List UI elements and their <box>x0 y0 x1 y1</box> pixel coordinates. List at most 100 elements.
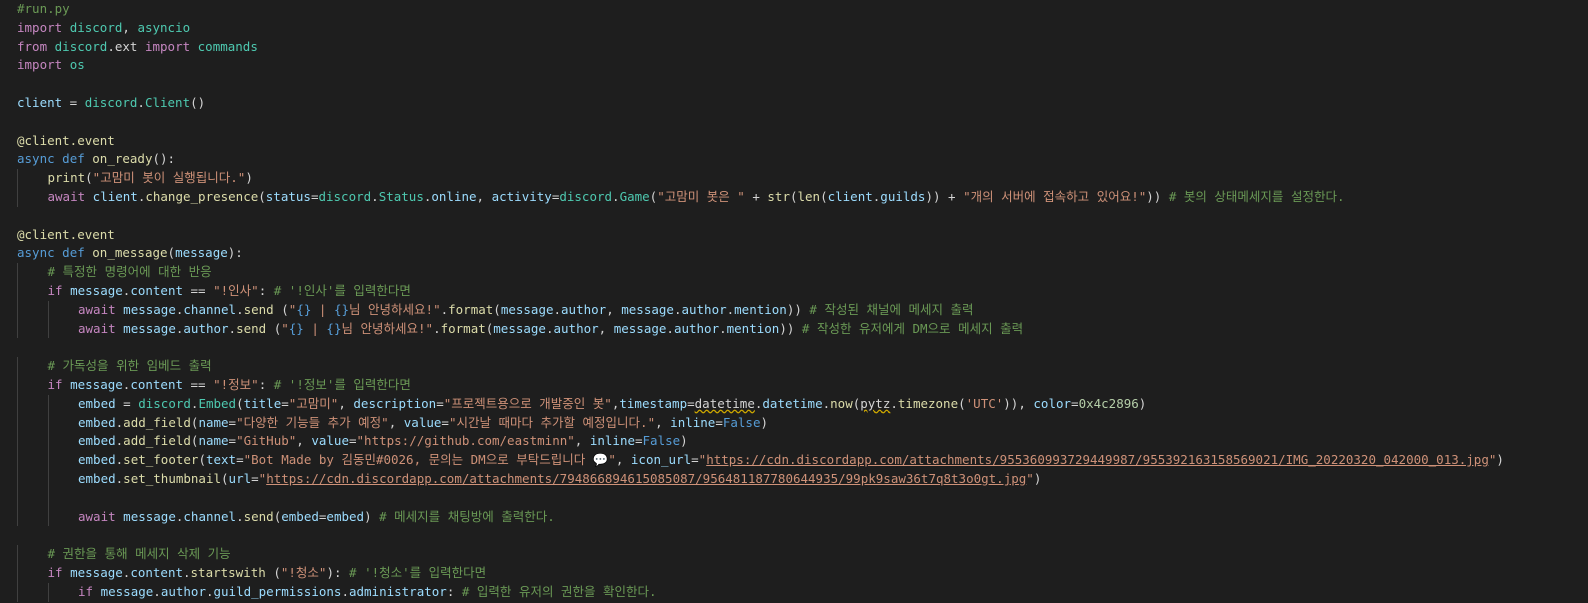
code-token: = <box>715 414 723 430</box>
code-line[interactable]: if message.content == "!인사": # '!인사'를 입력… <box>0 281 1588 301</box>
code-token: import <box>17 57 63 73</box>
code-token: = <box>635 433 643 449</box>
code-line[interactable]: # 권한을 통해 메세지 삭제 기능 <box>0 545 1588 564</box>
code-line[interactable]: await client.change_presence(status=disc… <box>0 187 1588 207</box>
code-token: 님 안녕하세요!" <box>341 320 434 336</box>
code-token: . <box>153 583 161 599</box>
code-token: , <box>574 433 590 449</box>
code-token: embed <box>78 433 116 449</box>
code-token: import <box>144 38 191 54</box>
code-token: description <box>353 395 437 411</box>
code-line[interactable] <box>0 113 1588 132</box>
code-line[interactable]: if message.content.startswith ("!청소"): #… <box>0 563 1588 583</box>
indent-guide <box>17 319 18 339</box>
code-token: #run.py <box>17 1 70 16</box>
code-line[interactable] <box>0 526 1588 545</box>
code-line[interactable]: # 특정한 명령어에 대한 반응 <box>0 263 1588 282</box>
code-line[interactable]: if message.author.guild_permissions.admi… <box>0 582 1588 602</box>
code-line[interactable]: async def on_message(message): <box>0 244 1588 263</box>
code-line[interactable]: print("고맘미 봇이 실행됩니다.") <box>0 169 1588 188</box>
code-token: : <box>446 583 462 599</box>
code-line[interactable]: embed = discord.Embed(title="고맘미", descr… <box>0 394 1588 414</box>
indent-guide <box>47 488 49 508</box>
code-line[interactable]: embed.add_field(name="GitHub", value="ht… <box>0 432 1588 452</box>
code-token: discord <box>54 38 108 54</box>
code-line-content: embed.set_footer(text="Bot Made by 김동민#0… <box>17 452 1504 467</box>
code-token: , <box>598 320 614 336</box>
code-line[interactable]: from discord.ext import commands <box>0 38 1588 57</box>
code-line[interactable]: embed.set_footer(text="Bot Made by 김동민#0… <box>0 451 1588 470</box>
code-token: "프로젝트용으로 개발중인 봇" <box>443 395 612 411</box>
code-line[interactable]: import discord, asyncio <box>0 19 1588 38</box>
code-token: = <box>441 414 449 430</box>
code-token: await <box>47 188 86 204</box>
code-line[interactable] <box>0 338 1588 357</box>
code-token: inline <box>670 414 716 430</box>
code-token: "개의 서버에 접속하고 있어요!" <box>963 188 1147 204</box>
code-line-content: @client.event <box>17 227 115 242</box>
code-line[interactable]: embed.set_thumbnail(url="https://cdn.dis… <box>0 469 1588 489</box>
code-token: "https://github.com/eastminn" <box>356 433 575 449</box>
code-token: set_footer <box>123 452 199 468</box>
code-line-content: if message.content == "!정보": # '!정보'를 입력… <box>17 377 411 392</box>
code-token: : <box>258 376 274 392</box>
code-line[interactable]: # 가독성을 위한 임베드 출력 <box>0 357 1588 376</box>
code-line[interactable]: import os <box>0 56 1588 75</box>
indent-guide <box>17 375 18 395</box>
indent-guide <box>47 582 49 602</box>
code-line[interactable]: @client.event <box>0 226 1588 245</box>
code-token: value <box>403 414 442 430</box>
code-line[interactable]: @client.event <box>0 132 1588 151</box>
code-token: now <box>830 395 853 411</box>
code-line[interactable]: #run.py <box>0 0 1588 19</box>
code-token: = <box>115 395 139 411</box>
code-token: # 메세지를 채팅방에 출력한다. <box>371 508 555 524</box>
code-line[interactable]: await message.channel.send(embed=embed) … <box>0 507 1588 527</box>
code-line[interactable]: embed.add_field(name="다양한 기능들 추가 예정", va… <box>0 413 1588 433</box>
code-line[interactable] <box>0 207 1588 226</box>
code-line[interactable] <box>0 75 1588 94</box>
code-token: .ext <box>107 38 145 54</box>
code-line-content: async def on_message(message): <box>17 245 243 260</box>
code-token: if <box>47 282 63 298</box>
code-token: ): <box>227 245 243 261</box>
code-token: str <box>767 188 790 204</box>
code-line-content: @client.event <box>17 133 115 148</box>
code-token: len <box>797 188 821 204</box>
code-token: , <box>655 414 671 430</box>
code-line[interactable]: async def on_ready(): <box>0 150 1588 169</box>
code-token: , <box>388 414 404 430</box>
code-token: . <box>236 508 244 524</box>
code-line[interactable]: client = discord.Client() <box>0 94 1588 113</box>
code-line[interactable]: await message.channel.send ("{} | {}님 안녕… <box>0 300 1588 320</box>
code-token: )), <box>1003 395 1034 411</box>
code-line[interactable]: if message.content == "!정보": # '!정보'를 입력… <box>0 375 1588 395</box>
code-token: @client.event <box>17 132 115 148</box>
code-token: message <box>613 320 667 336</box>
code-token: name <box>198 433 229 449</box>
code-token: " <box>1026 470 1034 486</box>
code-token: ( <box>265 564 281 580</box>
indent-guide <box>17 413 18 433</box>
code-token: . <box>205 583 214 599</box>
code-editor[interactable]: #run.py import discord, asyncio from disco… <box>0 0 1588 603</box>
code-token: , <box>338 395 354 411</box>
code-line[interactable]: await message.author.send ("{} | {}님 안녕하… <box>0 319 1588 339</box>
code-token: async <box>17 151 55 167</box>
code-token: # 봇의 상태메세지를 설정한다. <box>1161 188 1345 204</box>
code-token: icon_url <box>630 452 692 468</box>
code-token: # '!인사'를 입력한다면 <box>273 282 411 298</box>
code-token: , <box>296 433 312 449</box>
code-token: . <box>228 320 237 336</box>
code-token: client <box>827 188 873 204</box>
code-line[interactable] <box>0 488 1588 508</box>
indent-guide <box>17 357 18 376</box>
code-token: 'UTC' <box>965 395 1004 411</box>
code-token: on_ready <box>92 151 153 167</box>
code-token: ) <box>1138 395 1147 411</box>
code-token: # '!정보'를 입력한다면 <box>273 376 411 392</box>
code-token: author <box>183 320 229 336</box>
code-token: startswith <box>190 564 266 580</box>
